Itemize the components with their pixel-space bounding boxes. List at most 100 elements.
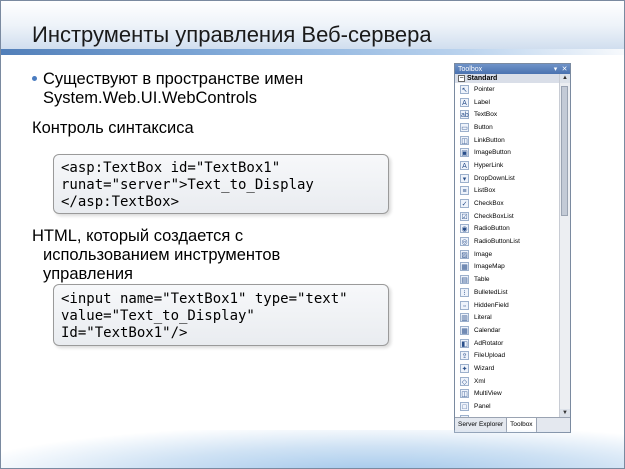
html-heading-line: использованием инструментов [43, 246, 281, 264]
bullet-item: Существуют в пространстве имен System.We… [32, 70, 432, 108]
toolbox-item-icon: ▫ [460, 300, 469, 310]
toolbox-item[interactable]: ⁝ BulletedList [455, 286, 559, 299]
toolbox-item[interactable]: ▨ Image [455, 248, 559, 261]
code-line: runat="server">Text_to_Display [61, 177, 314, 193]
toolbox-item[interactable]: ▥ Literal [455, 311, 559, 324]
toolbox-item-icon: ≡ [460, 186, 469, 196]
toolbox-item[interactable]: ≡ ListBox [455, 185, 559, 198]
toolbox-item[interactable]: ▤ Table [455, 273, 559, 286]
slide: Инструменты управления Веб-сервера Сущес… [0, 0, 625, 469]
toolbox-item-icon: ⁝ [460, 287, 469, 297]
toolbox-item-label: ImageButton [474, 149, 511, 157]
toolbox-title: Toolbox [458, 65, 483, 73]
toolbox-item[interactable]: □ Panel [455, 400, 559, 413]
toolbox-item[interactable]: ▦ Calendar [455, 324, 559, 337]
title-bar: Инструменты управления Веб-сервера [1, 1, 624, 55]
toolbox-item-icon: A [460, 160, 469, 170]
toolbox-item-label: ImageMap [474, 263, 505, 271]
toolbox-item[interactable]: A HyperLink [455, 159, 559, 172]
toolbox-item-label: Panel [474, 403, 491, 411]
toolbox-item-label: FileUpload [474, 352, 506, 360]
toolbox-item-icon: ◎ [460, 237, 469, 247]
toolbox-item-label: MultiView [474, 390, 502, 398]
toolbox-item-icon: A [460, 97, 469, 107]
toolbox-item-label: Button [474, 123, 493, 131]
toolbox-item-icon: ▨ [460, 249, 469, 259]
toolbox-item-label: CheckBoxList [474, 212, 514, 220]
toolbox-item-label: HyperLink [474, 161, 504, 169]
toolbox-item[interactable]: ▾ DropDownList [455, 172, 559, 185]
toolbox-item[interactable]: ▫ HiddenField [455, 299, 559, 312]
html-heading: HTML, который создается с использованием… [32, 227, 280, 284]
toolbox-item-icon: ↖ [460, 84, 469, 94]
toolbox-item-icon: □ [460, 402, 469, 412]
toolbox-item-label: Pointer [474, 85, 495, 93]
bullet-dot-icon [32, 76, 37, 81]
toolbox-item-icon: ✓ [460, 199, 469, 209]
toolbox-item-label: TextBox [474, 111, 498, 119]
toolbox-item-icon: ▾ [460, 173, 469, 183]
toolbox-item-icon: ✦ [460, 363, 469, 373]
toolbox-item[interactable]: A Label [455, 96, 559, 109]
toolbox-item[interactable]: ◧ AdRotator [455, 337, 559, 350]
toolbox-item-label: AdRotator [474, 339, 504, 347]
close-icon[interactable]: ✕ [561, 66, 568, 73]
toolbox-item[interactable]: ◎ RadioButtonList [455, 235, 559, 248]
toolbox-category-standard[interactable]: − Standard [455, 74, 559, 83]
toolbox-item-label: RadioButton [474, 225, 510, 233]
dropdown-arrow-icon[interactable]: ▾ [552, 66, 559, 73]
toolbox-item[interactable]: ▦ ImageMap [455, 261, 559, 274]
toolbox-item-icon: ▦ [460, 262, 469, 272]
toolbox-item-label: Label [474, 98, 490, 106]
toolbox-item-icon: ▥ [460, 313, 469, 323]
toolbox-item-icon: ▦ [460, 325, 469, 335]
toolbox-item[interactable]: ▣ ImageButton [455, 146, 559, 159]
toolbox-item-label: BulletedList [474, 288, 508, 296]
slide-title: Инструменты управления Веб-сервера [32, 22, 432, 47]
category-label: Standard [467, 75, 498, 82]
toolbox-item-label: CheckBox [474, 200, 504, 208]
toolbox-item-icon: ◫ [460, 389, 469, 399]
toolbox-item[interactable]: ◫ LinkButton [455, 134, 559, 147]
toolbox-item[interactable]: ✦ Wizard [455, 362, 559, 375]
toolbox-item[interactable]: ✓ CheckBox [455, 197, 559, 210]
toolbox-list: − Standard ↖ Pointer A Label ab TextBox ▭ Butto… [455, 74, 559, 418]
bullet-text: Существуют в пространстве имен System.We… [43, 70, 304, 107]
syntax-heading: Контроль синтаксиса [32, 119, 194, 137]
toolbox-item-label: ListBox [474, 187, 496, 195]
html-heading-line: управления [43, 265, 133, 283]
code-line: value="Text_to_Display" [61, 308, 255, 324]
toolbox-item-icon: ◇ [460, 376, 469, 386]
toolbox-item-label: Table [474, 276, 490, 284]
toolbox-item[interactable]: ▭ Button [455, 121, 559, 134]
code-line: </asp:TextBox> [61, 194, 180, 210]
toolbox-item-label: RadioButtonList [474, 238, 520, 246]
toolbox-item-icon: ☑ [460, 211, 469, 221]
scroll-up-icon[interactable]: ▲ [560, 74, 570, 83]
toolbox-item-label: Calendar [474, 326, 501, 334]
toolbox-item-icon: ▭ [460, 122, 469, 132]
collapse-icon[interactable]: − [458, 75, 465, 82]
toolbox-item[interactable]: ◉ RadioButton [455, 223, 559, 236]
toolbox-item[interactable]: ◫ MultiView [455, 388, 559, 401]
toolbox-scrollbar[interactable]: ▲ ▼ [559, 74, 570, 418]
toolbox-item-label: Literal [474, 314, 492, 322]
toolbox-item-label: Xml [474, 377, 486, 385]
toolbox-item[interactable]: ◇ Xml [455, 375, 559, 388]
asp-code-box: <asp:TextBox id="TextBox1" runat="server… [53, 154, 389, 214]
code-line: <asp:TextBox id="TextBox1" [61, 160, 281, 176]
toolbox-item-icon: ▤ [460, 275, 469, 285]
toolbox-item-icon: ◧ [460, 338, 469, 348]
toolbox-item[interactable]: ab TextBox [455, 108, 559, 121]
toolbox-item-icon: ⇪ [460, 351, 469, 361]
code-line: Id="TextBox1"/> [61, 325, 188, 341]
toolbox-item[interactable]: ☑ CheckBoxList [455, 210, 559, 223]
toolbox-item-icon: ▣ [460, 148, 469, 158]
toolbox-item[interactable]: ↖ Pointer [455, 83, 559, 96]
toolbox-item[interactable]: ⇪ FileUpload [455, 349, 559, 362]
toolbox-header: Toolbox ▾ ✕ [455, 64, 570, 74]
code-line: <input name="TextBox1" type="text" [61, 291, 348, 307]
bottom-decoration [1, 430, 624, 468]
scroll-thumb[interactable] [561, 86, 568, 216]
html-heading-line: HTML, который создается с [32, 227, 244, 245]
